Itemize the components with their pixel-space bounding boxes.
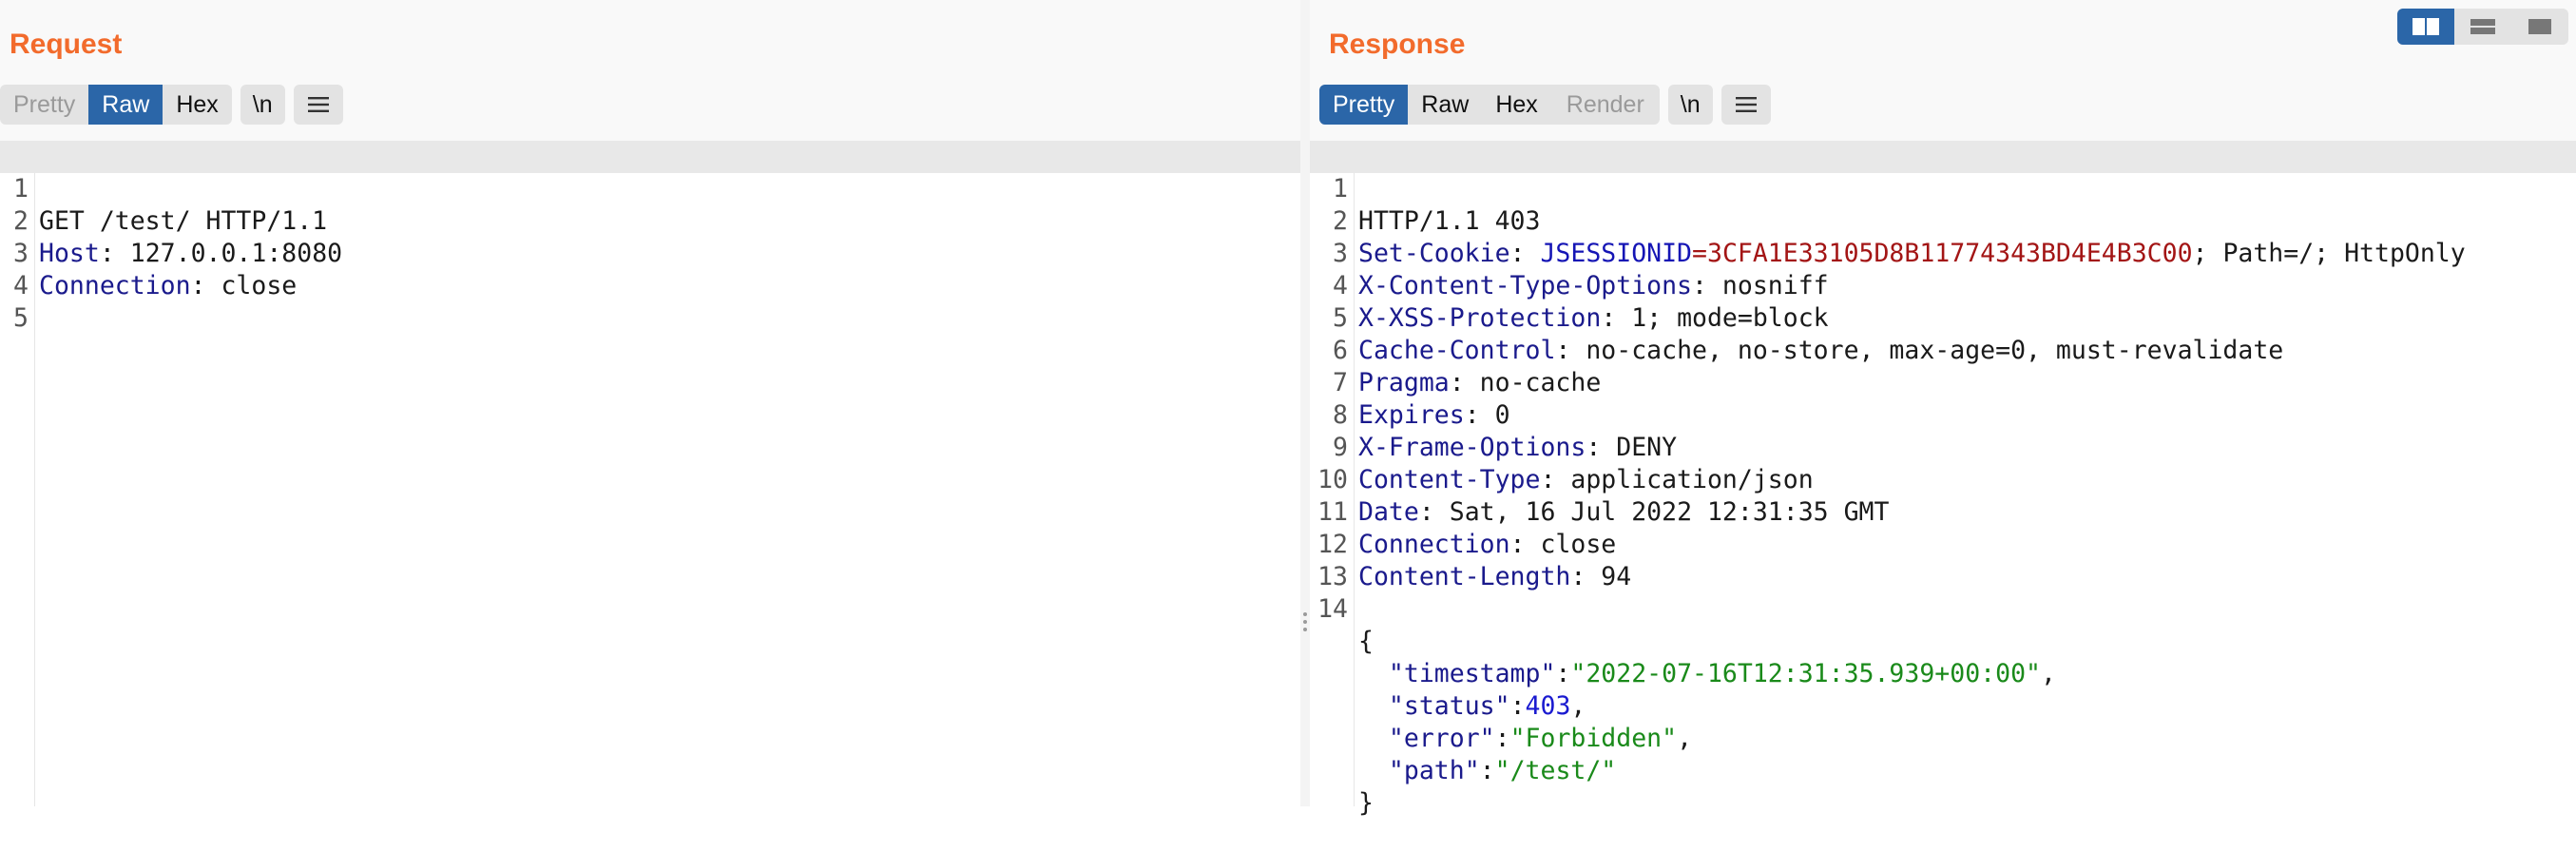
request-newline-toggle[interactable]: \n [240,85,285,125]
request-line: 5 [13,303,29,333]
request-tab-pretty[interactable]: Pretty [0,85,88,125]
response-line: 13 [1317,562,1348,591]
request-tab-hex[interactable]: Hex [163,85,231,125]
request-title: Request [10,29,123,60]
response-line: 6 Pragma: no-cache [1333,336,1602,397]
response-panel: Response Pretty Raw Hex Render \n 1 HTTP… [1310,0,2576,818]
request-view-tabs: Pretty Raw Hex [0,85,232,125]
response-line: 3 X-Content-Type-Options: nosniff [1333,239,1829,300]
response-newline-toggle[interactable]: \n [1667,85,1713,125]
splitter-grip-icon [1303,612,1307,631]
response-line: 9 Content-Type: application/json [1333,433,1814,494]
response-header: Response Pretty Raw Hex Render \n [1310,0,2576,141]
request-tab-raw[interactable]: Raw [88,85,163,125]
response-tab-pretty[interactable]: Pretty [1319,85,1409,125]
response-line: 8 X-Frame-Options: DENY [1333,400,1678,462]
top-bottom-layout-button[interactable] [2454,9,2511,45]
response-json-line: "timestamp":"2022-07-16T12:31:35.939+00:… [1388,659,2056,688]
response-line: 12 Content-Length: 94 [1317,530,1632,591]
response-line: } [1358,788,1374,818]
request-toolbar: Pretty Raw Hex \n [0,85,343,125]
response-line: 4 X-XSS-Protection: 1; mode=block [1333,271,1829,333]
response-line: 5 Cache-Control: no-cache, no-store, max… [1333,303,2284,365]
response-json-line: "error":"Forbidden", [1388,724,1693,753]
response-line: 11 Connection: close [1317,497,1617,559]
hamburger-menu-icon [1735,97,1757,112]
response-menu-button[interactable] [1721,85,1771,125]
top-bottom-layout-icon [2470,19,2495,34]
response-toolbar: Pretty Raw Hex Render \n [1319,85,1771,125]
request-menu-button[interactable] [293,85,343,125]
request-line: 4 [13,271,29,300]
request-header: Request Pretty Raw Hex \n [0,0,1300,141]
hamburger-menu-icon [307,97,329,112]
response-json-line: "status":403, [1388,691,1586,721]
response-editor[interactable]: 1 HTTP/1.1 403 2 Set-Cookie: JSESSIONID=… [1310,141,2576,818]
response-line: 1 HTTP/1.1 403 [1310,141,2576,236]
single-pane-layout-icon [2528,19,2551,34]
single-pane-layout-button[interactable] [2511,9,2568,45]
pane-splitter[interactable] [1300,0,1310,806]
side-by-side-layout-icon [2413,18,2439,35]
request-panel: Request Pretty Raw Hex \n 1 GET /test/ H… [0,0,1300,806]
request-editor[interactable]: 1 GET /test/ HTTP/1.1 2 Host: 127.0.0.1:… [0,141,1300,806]
response-tab-hex[interactable]: Hex [1482,85,1550,125]
request-line: 2 Host: 127.0.0.1:8080 [13,206,343,268]
response-line: 7 Expires: 0 [1333,368,1510,430]
response-line: 2 Set-Cookie: JSESSIONID=3CFA1E33105D8B1… [1333,206,2466,268]
side-by-side-layout-button[interactable] [2397,9,2454,45]
response-title: Response [1329,29,1466,60]
request-line: 1 GET /test/ HTTP/1.1 [0,141,1300,236]
response-json-line: "path":"/test/" [1388,756,1617,785]
response-view-tabs: Pretty Raw Hex Render [1319,85,1660,125]
response-line: 10 Date: Sat, 16 Jul 2022 12:31:35 GMT [1317,465,1890,527]
request-line: 3 Connection: close [13,239,298,300]
response-line: 14 { [1317,594,1374,656]
response-tab-render[interactable]: Render [1551,85,1660,125]
layout-toggle-group [2397,9,2568,45]
response-tab-raw[interactable]: Raw [1408,85,1482,125]
